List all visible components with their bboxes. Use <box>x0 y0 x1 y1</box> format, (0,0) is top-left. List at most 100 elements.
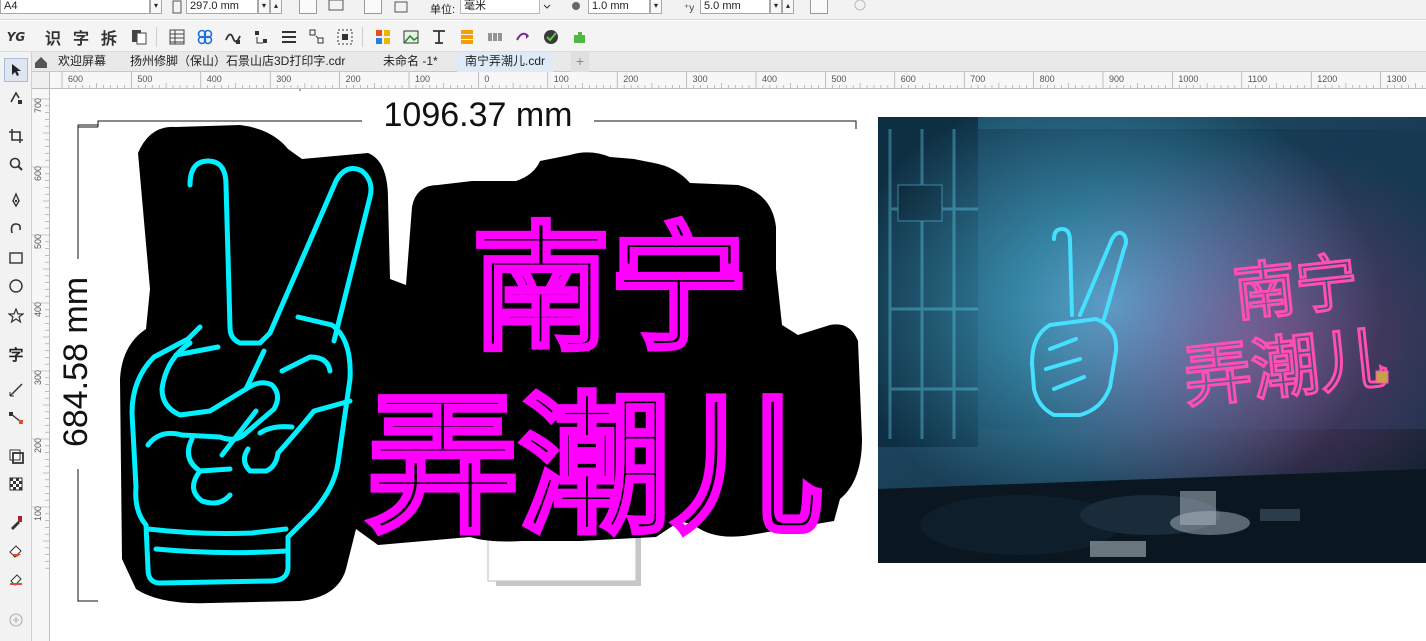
plugin-icon[interactable] <box>540 27 562 47</box>
width-dimension-label: 1096.37 mm <box>384 96 573 134</box>
connector-tool-icon[interactable] <box>4 406 28 430</box>
ruler-h-label: 600 <box>901 74 916 84</box>
duplicate-spin-down-icon[interactable]: ▾ <box>770 0 782 14</box>
page-options-button[interactable] <box>810 0 828 14</box>
ruler-h-label: 200 <box>346 74 361 84</box>
yg-logo-icon[interactable]: YG <box>4 27 28 47</box>
toolbar-separator <box>362 27 363 47</box>
ruler-h-label: 600 <box>68 74 83 84</box>
ruler-h-label: 900 <box>1109 74 1124 84</box>
split-text-button[interactable]: 拆 <box>98 27 120 48</box>
tab-yangzhou[interactable]: 扬州修脚（保山）石景山店3D打印字.cdr <box>122 52 353 72</box>
page-height-spin-up-icon[interactable]: ▴ <box>270 0 282 14</box>
pick-tool-icon[interactable] <box>4 58 28 82</box>
recognize-text-button[interactable]: 识 <box>42 27 64 48</box>
layers-icon[interactable] <box>456 27 478 47</box>
text-tool-icon[interactable]: 字 <box>4 342 28 366</box>
ruler-corner[interactable] <box>32 72 50 89</box>
ruler-v-label: 400 <box>33 302 43 317</box>
duplicate-spin-up-icon[interactable]: ▴ <box>782 0 794 14</box>
smart-fill-icon[interactable] <box>4 566 28 590</box>
table-icon[interactable] <box>166 27 188 47</box>
options-gear-icon[interactable] <box>852 0 868 14</box>
transparency-icon[interactable] <box>4 472 28 496</box>
current-page-icon[interactable] <box>393 0 409 14</box>
ruler-v-label: 300 <box>33 370 43 385</box>
dimension-tool-icon[interactable] <box>4 378 28 402</box>
ruler-h-label: 500 <box>137 74 152 84</box>
select-frame-icon[interactable] <box>334 27 356 47</box>
page-height-field[interactable]: 297.0 mm <box>186 0 258 14</box>
puzzle-icon[interactable] <box>568 27 590 47</box>
ruler-h-label: 700 <box>970 74 985 84</box>
barcode-icon[interactable] <box>484 27 506 47</box>
ruler-h-label: 100 <box>415 74 430 84</box>
tab-nanning[interactable]: 南宁弄潮儿.cdr <box>457 52 554 72</box>
nudge-spin-icon[interactable]: ▾ <box>650 0 662 14</box>
tab-welcome[interactable]: 欢迎屏幕 <box>50 52 114 72</box>
font-button[interactable]: 字 <box>70 27 92 48</box>
ruler-h-label: 1200 <box>1317 74 1337 84</box>
duplicate-distance-field[interactable]: 5.0 mm <box>700 0 770 14</box>
zoom-tool-icon[interactable] <box>4 152 28 176</box>
home-icon[interactable] <box>32 52 50 72</box>
main-toolbar: YG 识 字 拆 <box>0 21 1426 52</box>
copy-page-icon[interactable] <box>128 27 150 47</box>
text-align-icon[interactable] <box>428 27 450 47</box>
artistic-media-icon[interactable] <box>4 216 28 240</box>
tab-untitled[interactable]: 未命名 -1* <box>375 52 446 72</box>
ruler-h-label: 1000 <box>1178 74 1198 84</box>
ruler-h-label: 200 <box>623 74 638 84</box>
curve-tool-icon[interactable] <box>222 27 244 47</box>
ruler-h-label: 1300 <box>1387 74 1407 84</box>
add-tab-icon[interactable]: + <box>571 52 589 72</box>
ruler-v-label: 500 <box>33 234 43 249</box>
freehand-tool-icon[interactable] <box>4 188 28 212</box>
script-icon[interactable] <box>512 27 534 47</box>
svg-text:⁺y: ⁺y <box>684 3 694 14</box>
sign-text-line1: 南宁 <box>472 209 748 370</box>
vertical-ruler[interactable]: 700 600 500 400 300 200 100 <box>32 89 50 641</box>
paper-size-select[interactable]: A4 <box>0 0 150 14</box>
document-tabs: 欢迎屏幕 扬州修脚（保山）石景山店3D打印字.cdr 未命名 -1* 南宁弄潮儿… <box>32 52 1426 72</box>
bitmap-icon[interactable] <box>400 27 422 47</box>
coreldraw-window: A4 ▾ 297.0 mm ▾ ▴ 单位: 毫米 1.0 mm ▾ ⁺y 5.0… <box>0 0 1426 641</box>
horizontal-ruler[interactable]: 600 500 400 300 200 100 0 100 200 300 400 500 600 700… <box>50 72 1426 89</box>
add-tool-icon[interactable] <box>4 608 28 632</box>
ruler-v-label: 100 <box>33 506 43 521</box>
nudge-icon <box>568 0 584 14</box>
ruler-h-label: 300 <box>276 74 291 84</box>
height-dimension-label: 684.58 mm <box>57 277 95 447</box>
nudge-distance-field[interactable]: 1.0 mm <box>588 0 650 14</box>
ruler-h-label: 0 <box>484 74 489 84</box>
landscape-button[interactable] <box>327 0 345 14</box>
shape-tool-icon[interactable] <box>4 86 28 110</box>
reference-photo[interactable]: 南宁 弄潮儿 <box>878 117 1426 563</box>
drawing-canvas[interactable]: 1096.37 mm 684.58 mm 南宁 弄潮儿 南宁 弄潮儿 <box>50 89 1426 641</box>
polygon-tool-icon[interactable] <box>4 304 28 328</box>
distribute-icon[interactable] <box>306 27 328 47</box>
duplicate-distance-icon: ⁺y <box>683 0 699 14</box>
node-icon[interactable] <box>250 27 272 47</box>
units-label: 单位: <box>430 4 456 16</box>
eyedropper-icon[interactable] <box>4 510 28 534</box>
crop-tool-icon[interactable] <box>4 124 28 148</box>
color-grid-icon[interactable] <box>372 27 394 47</box>
toolbox: 字 <box>0 52 32 641</box>
property-bar: A4 ▾ 297.0 mm ▾ ▴ 单位: 毫米 1.0 mm ▾ ⁺y 5.0… <box>0 0 1426 20</box>
all-pages-button[interactable] <box>364 0 382 14</box>
pattern-icon[interactable] <box>194 27 216 47</box>
page-height-spin-icon[interactable]: ▾ <box>258 0 270 14</box>
portrait-button[interactable] <box>299 0 317 14</box>
rectangle-tool-icon[interactable] <box>4 246 28 270</box>
units-select[interactable]: 毫米 <box>460 0 540 14</box>
units-dropdown-icon[interactable] <box>542 0 558 14</box>
align-icon[interactable] <box>278 27 300 47</box>
interactive-fill-icon[interactable] <box>4 538 28 562</box>
paper-size-dropdown-icon[interactable]: ▾ <box>150 0 162 14</box>
ruler-h-label: 400 <box>207 74 222 84</box>
height-dimension[interactable]: 684.58 mm <box>57 124 98 602</box>
sign-text-line2: 弄潮儿 <box>367 378 823 555</box>
drop-shadow-icon[interactable] <box>4 444 28 468</box>
ellipse-tool-icon[interactable] <box>4 274 28 298</box>
